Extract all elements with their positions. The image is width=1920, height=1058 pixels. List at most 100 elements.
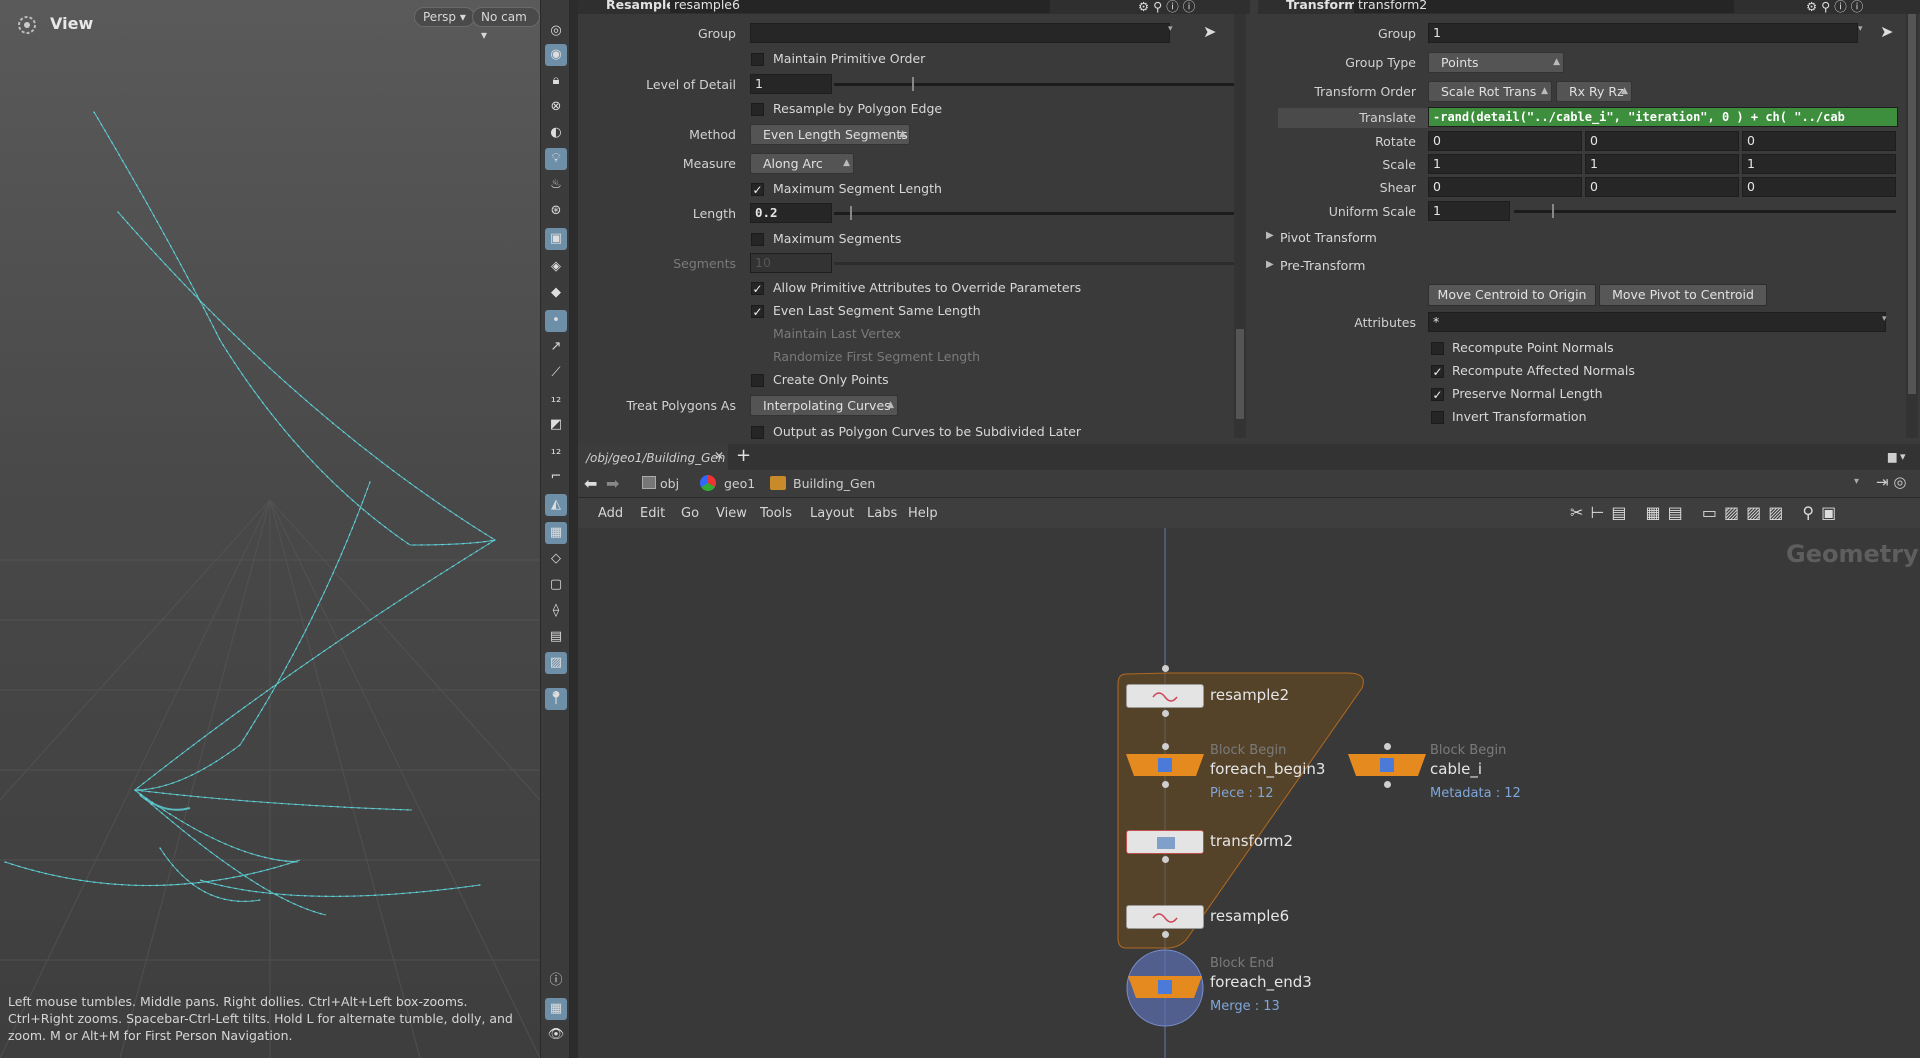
shading-icon[interactable]: ▣ bbox=[545, 228, 567, 250]
point-number-icon[interactable]: ₁₂ bbox=[545, 388, 567, 410]
pin-icon[interactable]: 📍︎ bbox=[545, 688, 567, 710]
max-seg-len-checkbox[interactable]: ✓ bbox=[751, 183, 764, 196]
length-slider[interactable] bbox=[834, 212, 1234, 215]
select-arrow-icon[interactable]: ➤ bbox=[1880, 22, 1893, 41]
light-icon[interactable]: ♨ bbox=[545, 174, 567, 196]
menu-tools[interactable]: Tools bbox=[760, 506, 792, 521]
transform-order-menu[interactable]: Scale Rot Trans ▲ bbox=[1428, 81, 1552, 102]
normal-icon[interactable]: ↗ bbox=[545, 336, 567, 358]
cable-i-node[interactable] bbox=[1348, 750, 1426, 780]
output-dot[interactable] bbox=[1162, 856, 1169, 863]
uniform-scale-knob[interactable] bbox=[1552, 204, 1554, 218]
scale-y-field[interactable]: 1 bbox=[1585, 154, 1739, 174]
menu-edit[interactable]: Edit bbox=[640, 506, 665, 521]
pane-menu-icon[interactable]: ▆ ▾ bbox=[1888, 450, 1905, 463]
foreach-begin3-node[interactable] bbox=[1126, 750, 1204, 780]
pin-icon[interactable]: ⇥ ◎ bbox=[1876, 473, 1906, 491]
chevron-down-icon[interactable]: ▾ bbox=[1858, 24, 1863, 34]
output-curves-checkbox[interactable] bbox=[751, 426, 764, 439]
resample-scrollbar[interactable] bbox=[1234, 14, 1246, 438]
point-display-icon[interactable]: • bbox=[545, 310, 567, 332]
output-dot[interactable] bbox=[1162, 781, 1169, 788]
menu-add[interactable]: Add bbox=[598, 506, 623, 521]
display-icon[interactable]: ◎ bbox=[545, 20, 567, 42]
input-dot[interactable] bbox=[1162, 665, 1169, 672]
lod-field[interactable]: 1 bbox=[750, 74, 832, 94]
uniform-scale-field[interactable]: 1 bbox=[1428, 201, 1510, 221]
path-geo1[interactable]: geo1 bbox=[724, 476, 755, 491]
prim-number-icon[interactable]: ₁₂ bbox=[545, 440, 567, 462]
light-all-icon[interactable]: ⊛ bbox=[545, 200, 567, 222]
render-icon[interactable]: ▨ bbox=[545, 652, 567, 674]
resample2-node[interactable] bbox=[1126, 684, 1204, 708]
rotate-y-field[interactable]: 0 bbox=[1585, 131, 1739, 151]
lock-icon[interactable]: 🔒︎ bbox=[545, 70, 567, 92]
menu-go[interactable]: Go bbox=[681, 506, 699, 521]
path-obj[interactable]: obj bbox=[660, 476, 679, 491]
maintain-order-checkbox[interactable] bbox=[751, 53, 764, 66]
scale-x-field[interactable]: 1 bbox=[1428, 154, 1582, 174]
lod-slider[interactable] bbox=[834, 83, 1234, 86]
persp-menu-button[interactable]: Persp ▾ bbox=[414, 7, 475, 27]
create-points-checkbox[interactable] bbox=[751, 374, 764, 387]
rotate-order-menu[interactable]: Rx Ry Rz ▲ bbox=[1556, 81, 1632, 102]
menu-layout[interactable]: Layout bbox=[810, 506, 854, 521]
layout-icon[interactable]: ▦ bbox=[545, 998, 567, 1020]
by-edge-checkbox[interactable] bbox=[751, 103, 764, 116]
output-dot[interactable] bbox=[1162, 931, 1169, 938]
preserve-length-checkbox[interactable]: ✓ bbox=[1431, 388, 1444, 401]
move-centroid-button[interactable]: Move Centroid to Origin bbox=[1428, 284, 1596, 306]
expand-arrow-icon[interactable]: ▶ bbox=[1266, 259, 1274, 270]
scale-z-field[interactable]: 1 bbox=[1742, 154, 1896, 174]
invert-checkbox[interactable] bbox=[1431, 411, 1444, 424]
node-name-field[interactable]: transform2 bbox=[1354, 0, 1734, 13]
pane-divider[interactable] bbox=[570, 0, 578, 1058]
bbox-icon[interactable]: ▢ bbox=[545, 574, 567, 596]
output-dot[interactable] bbox=[1384, 781, 1391, 788]
gear-icon[interactable]: ⚙ ⚲ ⓘ ⓘ bbox=[1806, 0, 1863, 14]
length-slider-knob[interactable] bbox=[850, 206, 852, 220]
prim-icon[interactable]: ◩ bbox=[545, 414, 567, 436]
pre-transform-folder[interactable]: Pre-Transform bbox=[1280, 258, 1365, 273]
output-dot[interactable] bbox=[1162, 710, 1169, 717]
attributes-field[interactable]: * bbox=[1428, 312, 1886, 332]
ghost-icon[interactable]: ⊗ bbox=[545, 96, 567, 118]
shear-y-field[interactable]: 0 bbox=[1585, 177, 1739, 197]
resample6-node[interactable] bbox=[1126, 905, 1204, 929]
shear-x-field[interactable]: 0 bbox=[1428, 177, 1582, 197]
input-dot[interactable] bbox=[1162, 743, 1169, 750]
snap-icon[interactable]: ◉ bbox=[545, 44, 567, 66]
eye-icon[interactable]: 👁︎ bbox=[545, 1024, 567, 1046]
handle-icon[interactable]: ⟠ bbox=[545, 600, 567, 622]
even-last-checkbox[interactable]: ✓ bbox=[751, 305, 764, 318]
shear-z-field[interactable]: 0 bbox=[1742, 177, 1896, 197]
group-type-menu[interactable]: Points ▲ bbox=[1428, 52, 1564, 73]
scene-viewport[interactable]: View Persp ▾ No cam ▾ Left mouse tumbles… bbox=[0, 0, 540, 1058]
menu-view[interactable]: View bbox=[716, 506, 747, 521]
transform-scrollbar[interactable] bbox=[1906, 14, 1918, 438]
visibility-icon[interactable]: ◈ bbox=[545, 256, 567, 278]
checker-icon[interactable]: ▦ bbox=[545, 522, 567, 544]
method-menu[interactable]: Even Length Segments ▲ bbox=[750, 124, 910, 145]
allow-prim-checkbox[interactable]: ✓ bbox=[751, 282, 764, 295]
headlight-icon[interactable]: 💡︎ bbox=[545, 148, 567, 170]
network-tools-icons[interactable]: ✂⊢▤ ▦▤ ▭▨▨▨ ⚲▣ bbox=[1570, 503, 1843, 522]
background-icon[interactable]: ◐ bbox=[545, 122, 567, 144]
path-building-gen[interactable]: Building_Gen bbox=[793, 476, 875, 491]
forward-arrow-icon[interactable]: ➡ bbox=[606, 474, 619, 493]
foreach-end3-node[interactable] bbox=[1126, 946, 1206, 1030]
camera-menu-button[interactable]: No cam ▾ bbox=[472, 7, 540, 42]
rotate-z-field[interactable]: 0 bbox=[1742, 131, 1896, 151]
select-arrow-icon[interactable]: ➤ bbox=[1203, 22, 1216, 41]
measure-menu[interactable]: Along Arc ▲ bbox=[750, 153, 854, 174]
length-field[interactable]: 0.2 bbox=[750, 203, 832, 223]
chevron-down-icon[interactable]: ▾ bbox=[1168, 24, 1173, 34]
vertex-icon[interactable]: ⟋ bbox=[545, 362, 567, 384]
max-segments-checkbox[interactable] bbox=[751, 233, 764, 246]
transform2-node[interactable] bbox=[1126, 830, 1204, 854]
uv-icon[interactable]: ⌐ bbox=[545, 466, 567, 488]
gear-icon[interactable]: ⚙ ⚲ ⓘ ⓘ bbox=[1138, 0, 1195, 14]
network-canvas[interactable]: resample2 Block Begin foreach_begin3 Pie… bbox=[578, 528, 1920, 1058]
translate-expression-field[interactable]: -rand(detail("../cable_i", "iteration", … bbox=[1428, 107, 1898, 127]
network-tab[interactable]: /obj/geo1/Building_Gen bbox=[578, 444, 728, 470]
